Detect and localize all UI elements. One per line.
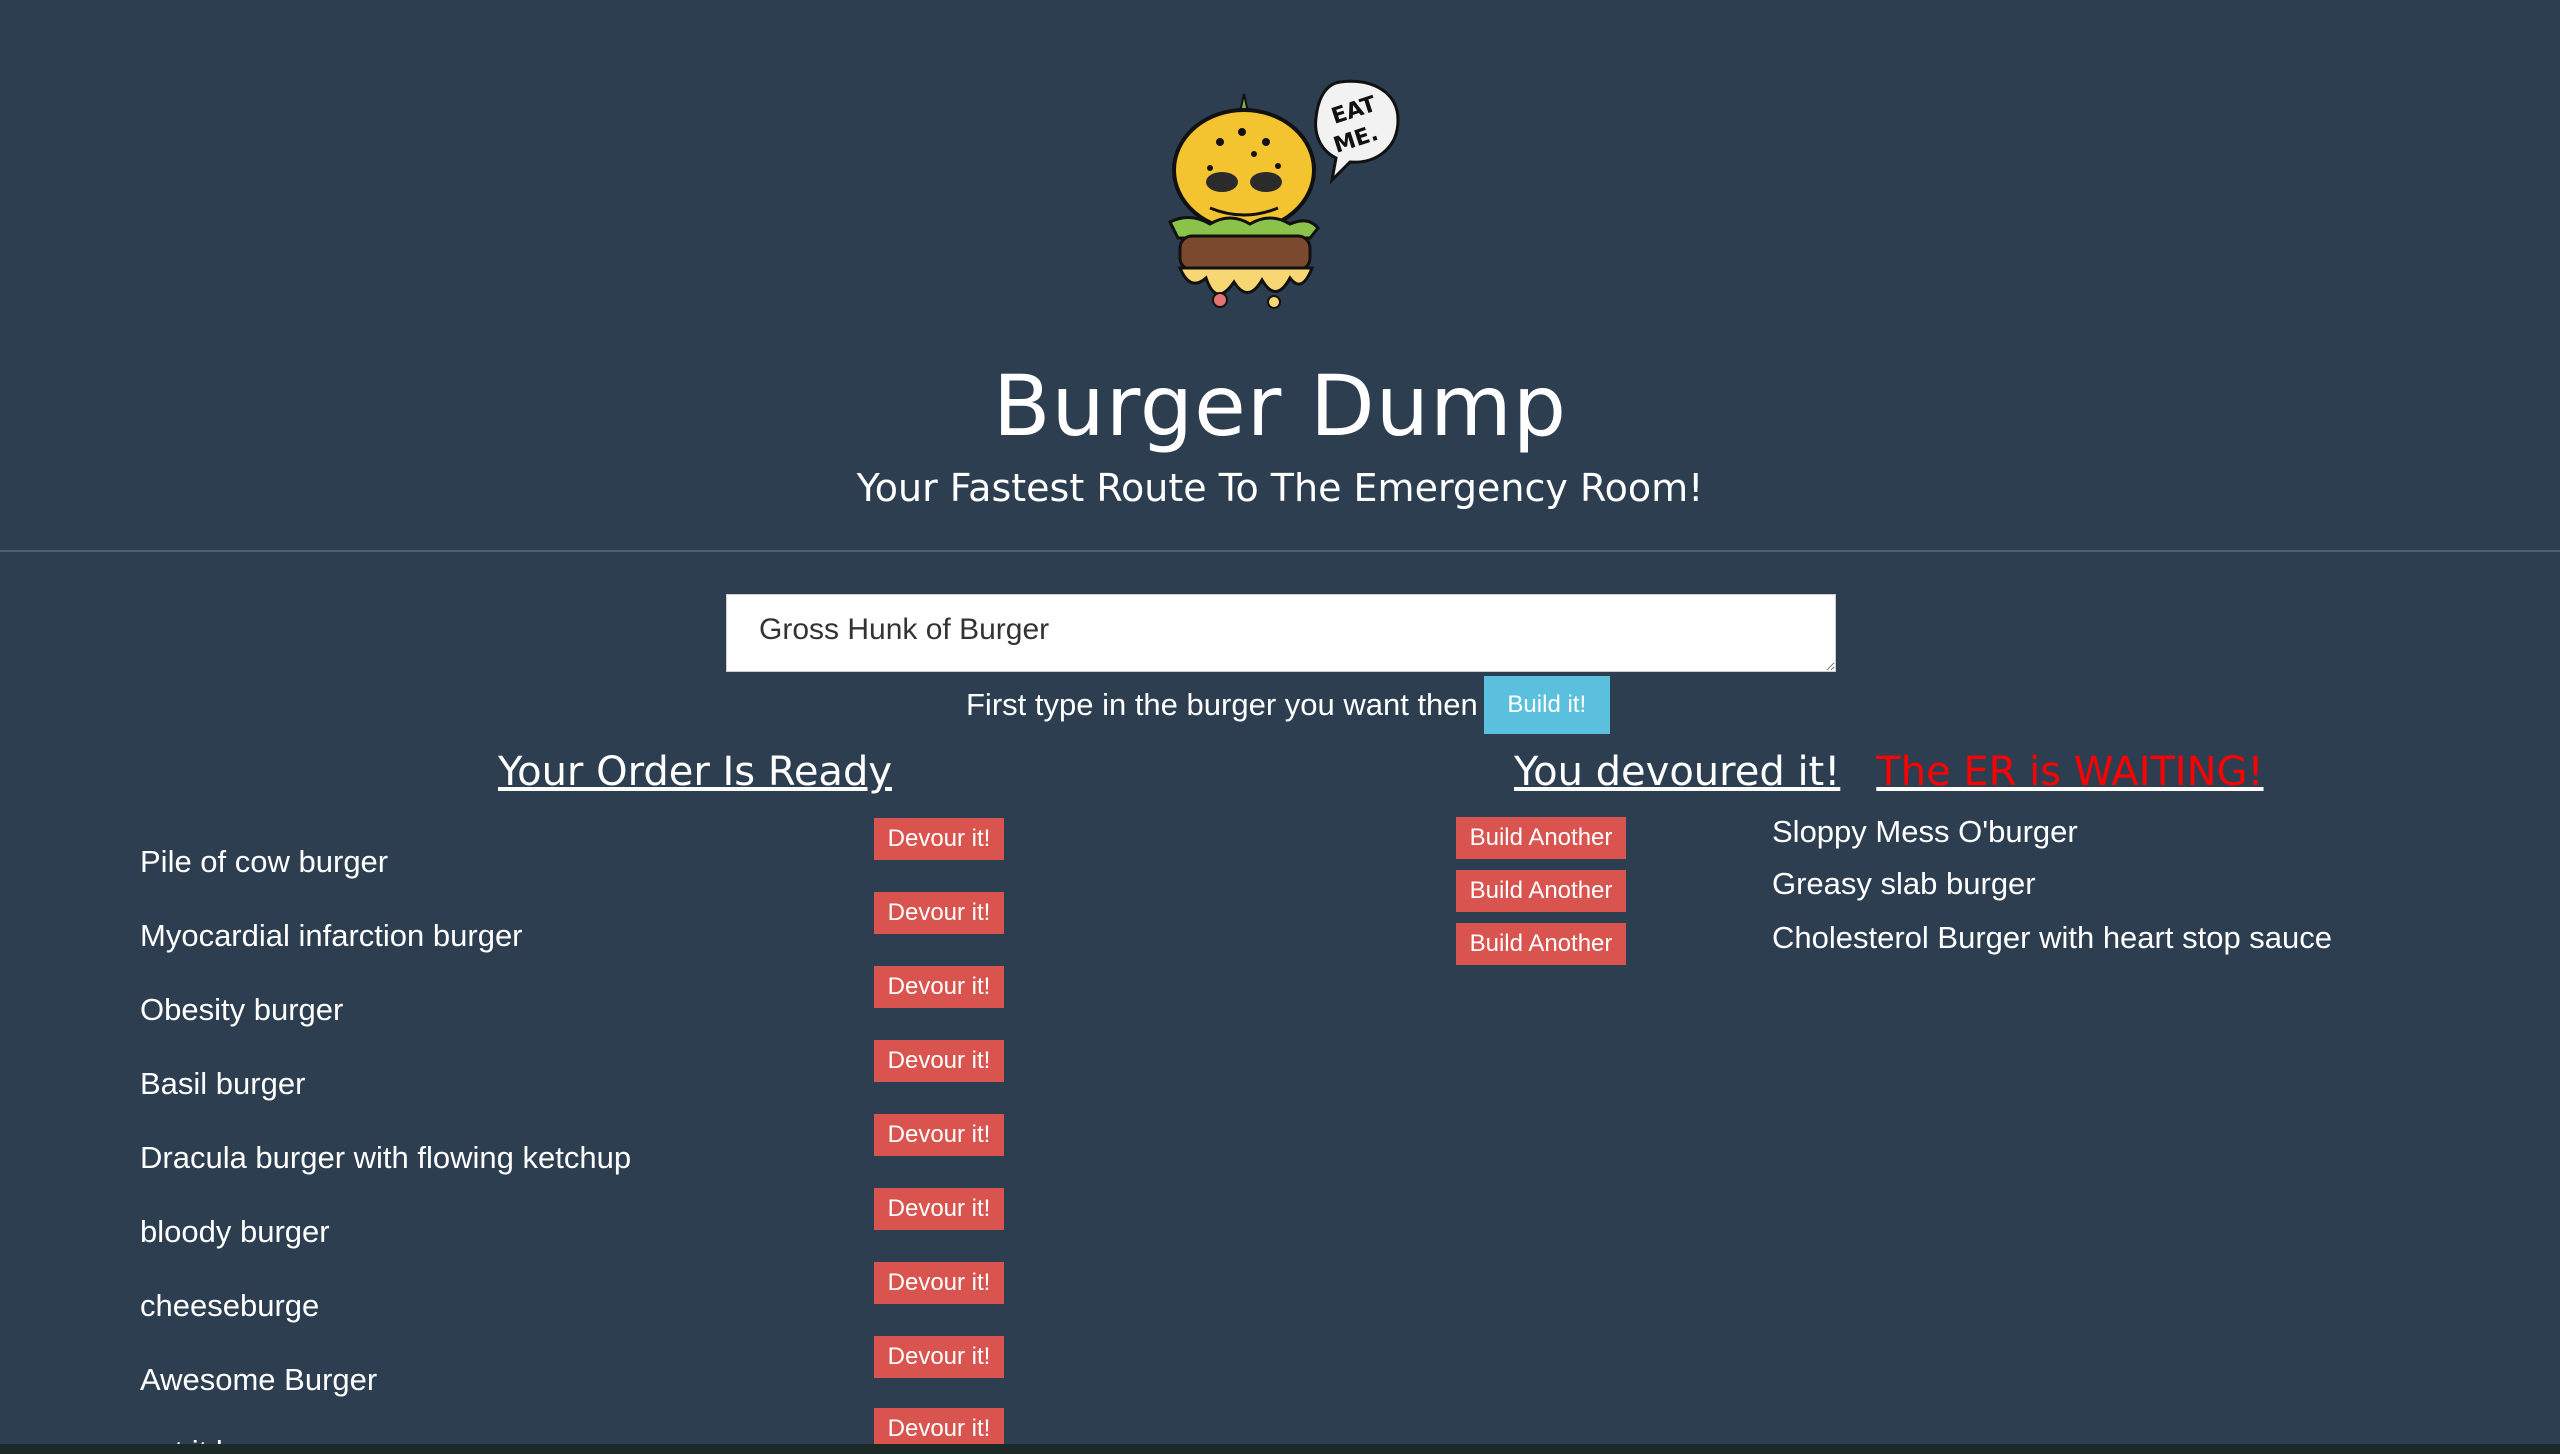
instructions-text: First type in the burger you want then	[966, 687, 1478, 722]
build-it-button[interactable]: Build it!	[1483, 676, 1610, 734]
page-subtitle: Your Fastest Route To The Emergency Room…	[856, 466, 1704, 510]
ready-order-row: Pile of cow burger Devour it!	[140, 818, 1010, 892]
ready-order-name: bloody burger	[140, 1214, 330, 1249]
build-another-button[interactable]: Build Another	[1456, 923, 1626, 965]
bottom-background-strip	[0, 1444, 2560, 1454]
devour-button[interactable]: Devour it!	[874, 1336, 1004, 1378]
devour-button[interactable]: Devour it!	[874, 1188, 1004, 1230]
build-another-button[interactable]: Build Another	[1456, 870, 1626, 912]
ready-order-name: Obesity burger	[140, 992, 344, 1027]
header-divider	[0, 550, 2560, 552]
burger-monster-logo: EAT ME.	[1167, 79, 1400, 309]
ready-order-row: Basil burger Devour it!	[140, 1040, 1010, 1114]
ready-order-name: Basil burger	[140, 1066, 306, 1101]
burger-name-input[interactable]: Gross Hunk of Burger	[726, 594, 1836, 672]
page: EAT ME. Burger Dump Your Fastest Route T…	[0, 0, 2560, 1454]
ready-heading: Your Order Is Ready	[497, 749, 893, 795]
ready-order-name: Awesome Burger	[140, 1362, 378, 1397]
ready-order-name: Dracula burger with flowing ketchup	[140, 1140, 632, 1175]
devour-button[interactable]: Devour it!	[874, 892, 1004, 934]
ready-order-row: bloody burger Devour it!	[140, 1188, 1010, 1262]
devoured-burger-name: Greasy slab burger	[1772, 866, 2036, 901]
ready-order-row: Awesome Burger Devour it!	[140, 1336, 1010, 1410]
page-title: Burger Dump	[992, 357, 1568, 455]
ready-order-row: cheeseburge Devour it!	[140, 1262, 1010, 1336]
devoured-burger-name: Sloppy Mess O'burger	[1772, 814, 2078, 849]
er-warning: The ER is WAITING!	[1876, 749, 2264, 795]
ready-order-row: Dracula burger with flowing ketchup Devo…	[140, 1114, 1010, 1188]
devour-button[interactable]: Devour it!	[874, 1040, 1004, 1082]
devoured-heading: You devoured it!	[1514, 749, 1841, 795]
devour-button[interactable]: Devour it!	[874, 1114, 1004, 1156]
ready-order-row: Myocardial infarction burger Devour it!	[140, 892, 1010, 966]
devoured-burger-name: Cholesterol Burger with heart stop sauce	[1772, 920, 2333, 955]
build-another-button[interactable]: Build Another	[1456, 817, 1626, 859]
devour-button[interactable]: Devour it!	[874, 818, 1004, 860]
ready-order-name: cheeseburge	[140, 1288, 320, 1323]
devour-button[interactable]: Devour it!	[874, 1262, 1004, 1304]
ready-order-row: Obesity burger Devour it!	[140, 966, 1010, 1040]
ready-order-name: Pile of cow burger	[140, 844, 389, 879]
devour-button[interactable]: Devour it!	[874, 966, 1004, 1008]
devoured-heading-group: You devoured it! The ER is WAITING!	[1514, 744, 2264, 800]
build-instructions: First type in the burger you want then B…	[966, 676, 1610, 734]
ready-order-name: Myocardial infarction burger	[140, 918, 523, 953]
